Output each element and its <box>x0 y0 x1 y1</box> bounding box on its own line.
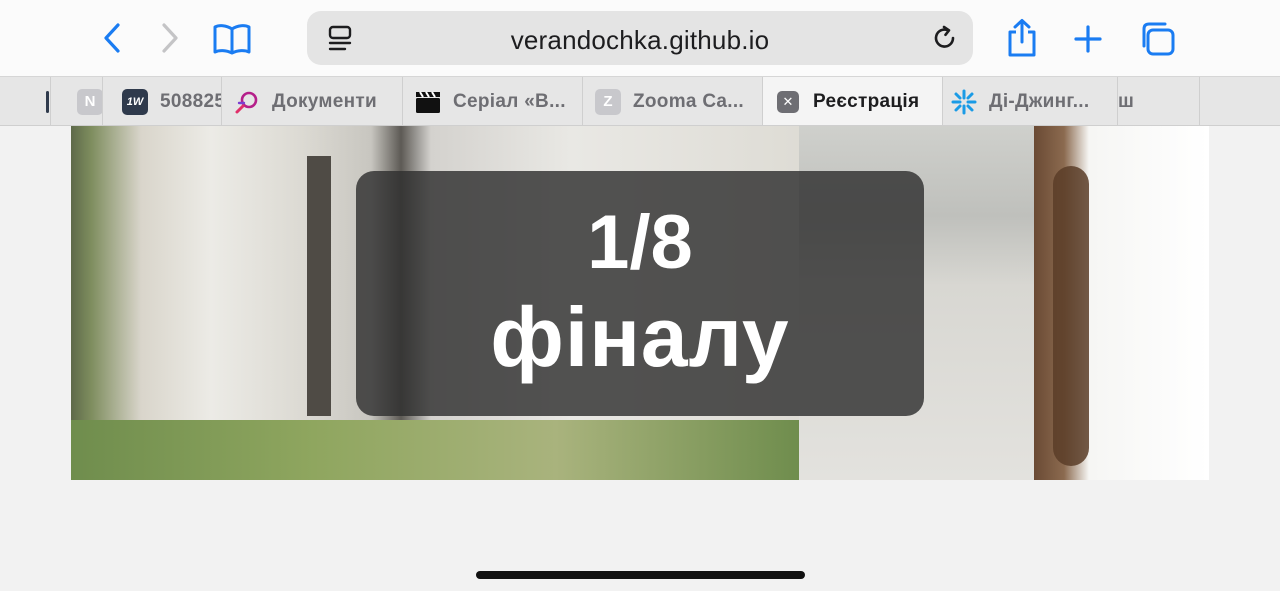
tab-last[interactable]: ш <box>1118 77 1200 125</box>
chevron-right-icon <box>162 23 178 53</box>
round-title-card: 1/8 фіналу <box>356 171 924 416</box>
doorway-shape <box>307 156 331 416</box>
home-indicator[interactable] <box>476 571 805 579</box>
z-favicon-icon: Z <box>595 88 621 115</box>
tab-label: Документи <box>272 90 377 112</box>
tabs-overview-icon <box>1142 22 1175 56</box>
page-content: 1/8 фіналу <box>0 126 1280 591</box>
url-text: verandochka.github.io <box>510 25 770 55</box>
book-icon <box>213 24 251 55</box>
tab-label: Серіал «В... <box>453 90 566 112</box>
tab-label: Реєстрація <box>813 90 920 112</box>
reload-button[interactable] <box>931 24 959 57</box>
bookmarks-button[interactable] <box>210 20 254 58</box>
tab-registration[interactable]: ✕ Реєстрація <box>763 77 943 125</box>
tab-label: 508825 <box>160 90 221 112</box>
clapperboard-icon <box>415 89 441 115</box>
forward-button[interactable] <box>154 20 186 56</box>
plus-icon <box>1074 25 1102 53</box>
tab-label: Ді-Джинг... <box>989 90 1090 112</box>
tab-dj[interactable]: Ді-Джинг... <box>943 77 1118 125</box>
tab-label: Zooma Ca... <box>633 90 744 112</box>
tab-label: ш <box>1118 90 1135 112</box>
tab-1w[interactable]: 1W 508825 <box>103 77 222 125</box>
tab-serial[interactable]: Серіал «В... <box>403 77 583 125</box>
chevron-left-icon <box>104 23 120 53</box>
share-icon <box>1008 19 1036 57</box>
n-favicon-icon: N <box>77 88 102 115</box>
new-tab-button[interactable] <box>1070 22 1106 56</box>
1w-favicon-icon: 1W <box>122 88 148 115</box>
tabs-overview-button[interactable] <box>1136 20 1178 58</box>
tab-documents[interactable]: Документи <box>222 77 403 125</box>
reload-icon <box>934 25 955 48</box>
share-button[interactable] <box>1002 16 1042 60</box>
close-tab-icon[interactable]: ✕ <box>777 90 799 113</box>
hair-shape <box>1053 166 1089 466</box>
round-name-text: фіналу <box>490 290 790 384</box>
spark-icon <box>951 89 977 115</box>
round-fraction-text: 1/8 <box>587 200 693 285</box>
tab-zooma[interactable]: Z Zooma Ca... <box>583 77 763 125</box>
tab-edge-marker <box>46 90 49 113</box>
back-button[interactable] <box>96 20 128 56</box>
tab-edge[interactable] <box>0 77 51 125</box>
tab-bar: N 1W 508825 Документи Серіал «В... Z Zoo… <box>0 76 1280 126</box>
browser-toolbar: verandochka.github.io <box>0 0 1280 76</box>
rocket-icon <box>234 89 260 115</box>
grass-shape <box>71 420 799 480</box>
tab-n[interactable]: N <box>51 77 103 125</box>
address-bar[interactable]: verandochka.github.io <box>307 11 973 65</box>
